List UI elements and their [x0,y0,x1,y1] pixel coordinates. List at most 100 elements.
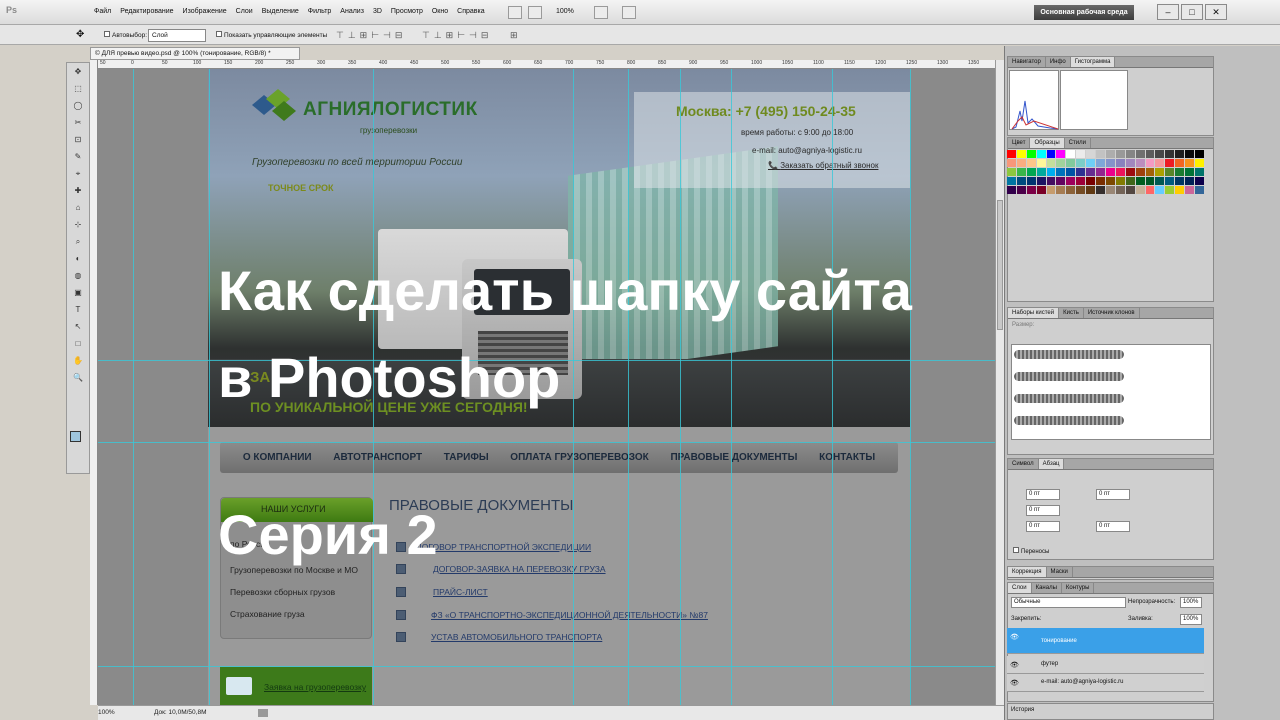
color-swatch[interactable] [1105,159,1115,167]
tool-icon[interactable]: □ [72,338,84,349]
color-swatch[interactable] [1155,150,1165,158]
panel-tab[interactable]: Абзац [1038,459,1065,469]
color-swatch[interactable] [1115,159,1125,167]
color-swatch[interactable] [1056,186,1066,194]
color-swatch[interactable] [1007,168,1016,176]
layer-visibility-icon[interactable]: 👁 [1010,661,1019,669]
color-swatch[interactable] [1115,168,1125,176]
color-swatch[interactable] [1145,177,1155,185]
panel-tab[interactable]: Навигатор [1008,57,1046,67]
color-swatch[interactable] [1175,177,1185,185]
color-swatch[interactable] [1016,159,1026,167]
color-swatch[interactable] [1026,159,1036,167]
scroll-thumb[interactable] [997,200,1003,330]
layer-row[interactable]: 👁 тонирование [1007,628,1204,654]
color-swatch[interactable] [1086,168,1096,176]
document-tab[interactable]: © ДЛЯ превью видео.psd @ 100% (тонирован… [90,47,300,60]
panel-tab[interactable]: Коррекция [1008,567,1047,577]
color-swatch[interactable] [1076,177,1086,185]
brush-stroke[interactable] [1014,372,1124,381]
color-swatch[interactable] [1016,168,1026,176]
brush-stroke[interactable] [1014,350,1124,359]
color-swatch[interactable] [1056,177,1066,185]
swatches-grid[interactable] [1007,150,1204,194]
color-swatch[interactable] [1016,150,1026,158]
color-swatch[interactable] [1145,150,1155,158]
horizontal-ruler[interactable]: 50 0 50 100 150 200 250 300 350 400 450 500 550 600 65… [98,60,1002,69]
color-swatch[interactable] [1135,159,1145,167]
color-swatch[interactable] [1007,159,1016,167]
color-swatch[interactable] [1086,150,1096,158]
color-swatch[interactable] [1096,150,1105,158]
workspace-button[interactable]: Основная рабочая среда [1034,5,1134,20]
tool-icon[interactable]: ⌖ [72,168,84,179]
autoselect-label[interactable]: Автовыбор: [104,31,147,39]
menu-item[interactable]: Редактирование [120,8,173,15]
arrange-icon[interactable] [594,6,608,19]
paragraph-value-input[interactable]: 0 пт [1026,489,1060,500]
color-swatch[interactable] [1026,186,1036,194]
tool-icon[interactable]: ⌕ [72,236,84,247]
panel-tab[interactable]: Кисть [1059,308,1084,318]
align-icons[interactable]: ⊤⊥⊞⊢⊣⊟ [336,30,406,41]
color-swatch[interactable] [1125,159,1135,167]
color-swatch[interactable] [1165,159,1175,167]
paragraph-value-input[interactable]: 0 пт [1096,489,1130,500]
maximize-button[interactable]: □ [1181,4,1203,20]
distribute-icons[interactable]: ⊤⊥⊞⊢⊣⊟ [422,30,492,41]
status-zoom[interactable]: 100% [98,709,115,716]
color-swatch[interactable] [1046,168,1056,176]
panel-tab[interactable]: Маски [1047,567,1073,577]
color-swatch[interactable] [1125,186,1135,194]
color-swatch[interactable] [1175,186,1185,194]
color-swatch[interactable] [1056,150,1066,158]
tool-icon[interactable]: 🔍 [72,372,84,383]
color-swatch[interactable] [1115,177,1125,185]
color-swatch[interactable] [1056,159,1066,167]
tool-icon[interactable]: T [72,304,84,315]
color-swatch[interactable] [1007,186,1016,194]
autoselect-dropdown[interactable]: Слой [148,29,206,42]
color-swatch[interactable] [1125,168,1135,176]
color-swatch[interactable] [1175,159,1185,167]
menu-item[interactable]: Фильтр [308,8,332,15]
history-tab[interactable]: История [1008,704,1213,716]
color-swatch[interactable] [1076,168,1086,176]
panel-tab[interactable]: Образцы [1030,138,1065,148]
color-swatch[interactable] [1046,150,1056,158]
color-swatch[interactable] [1026,150,1036,158]
color-swatch[interactable] [1036,159,1046,167]
color-swatch[interactable] [1036,168,1046,176]
close-button[interactable]: ✕ [1205,4,1227,20]
color-swatch[interactable] [1026,168,1036,176]
tool-icon[interactable]: ↖ [72,321,84,332]
color-swatch[interactable] [1066,186,1076,194]
color-swatch[interactable] [1046,186,1056,194]
color-swatch[interactable] [1135,168,1145,176]
menu-item[interactable]: Выделение [262,8,299,15]
menu-item[interactable]: 3D [373,8,382,15]
menu-item[interactable]: Справка [457,8,484,15]
opacity-input[interactable]: 100% [1180,597,1202,608]
color-swatch[interactable] [1185,150,1195,158]
minimize-button[interactable]: – [1157,4,1179,20]
color-swatch[interactable] [1096,177,1105,185]
vertical-ruler[interactable] [90,60,98,705]
panel-tab[interactable]: Наборы кистей [1008,308,1060,318]
color-swatch[interactable] [1155,177,1165,185]
color-swatch[interactable] [1155,159,1165,167]
color-swatch[interactable] [1105,168,1115,176]
color-swatch[interactable] [1086,177,1096,185]
color-swatch[interactable] [1086,159,1096,167]
layer-row[interactable]: 👁 футер [1007,656,1204,674]
brush-stroke[interactable] [1014,416,1124,425]
color-swatch[interactable] [1125,150,1135,158]
color-swatch[interactable] [1195,168,1204,176]
color-swatch[interactable] [1046,159,1056,167]
panel-tab[interactable]: Стили [1065,138,1091,148]
auto-align-icon[interactable]: ⊞ [510,30,518,41]
status-arrow-icon[interactable] [258,709,268,717]
color-swatch[interactable] [1165,150,1175,158]
color-swatch[interactable] [1185,177,1195,185]
color-swatch[interactable] [1185,168,1195,176]
